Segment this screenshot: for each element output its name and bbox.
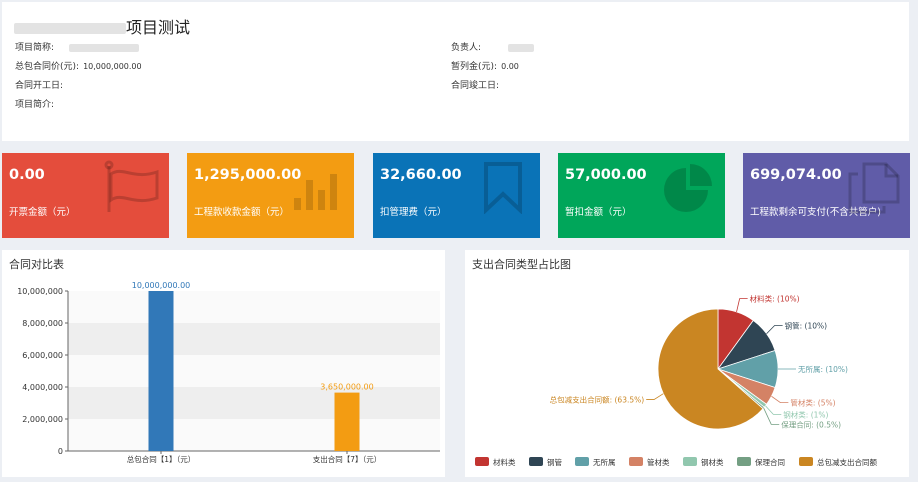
pie-slice-label: 材料类: (10%)	[750, 294, 800, 304]
field-start-date: 合同开工日:	[15, 81, 64, 91]
field-contract-price: 总包合同价(元): 10,000,000.00	[15, 62, 142, 72]
bookmark-icon	[484, 162, 522, 214]
legend-swatch	[575, 457, 589, 466]
expense-contract-type-panel: 支出合同类型占比图 材料类: (10%) 钢管: (10%) 无所属: (10%) 管…	[465, 250, 909, 477]
card-label: 暂扣金额（元）	[565, 207, 632, 218]
y-tick-label: 4,000,000	[22, 383, 63, 392]
contract-comparison-panel: 合同对比表 0 2,000,000 4,000,000 6,000,000 8,000,…	[2, 250, 445, 477]
pie-slice-label: 总包减支出合同额: (63.5%)	[550, 394, 645, 404]
card-withheld-amount[interactable]: 57,000.00 暂扣金额（元）	[558, 153, 725, 238]
legend-swatch	[629, 457, 643, 466]
y-tick-label: 10,000,000	[17, 287, 63, 296]
pie-slice-label: 钢管: (10%)	[785, 321, 828, 331]
legend-label: 管材类	[647, 457, 670, 467]
redacted-value	[68, 43, 139, 52]
grid-band	[68, 355, 440, 387]
files-icon	[848, 162, 900, 214]
grid-band	[68, 291, 440, 323]
pie-slice-label: 管材类: (5%)	[790, 398, 835, 408]
pie-slice-label: 无所属: (10%)	[798, 364, 848, 374]
pie-slice-label: 钢材类: (1%)	[783, 409, 828, 419]
project-title: 项目测试	[14, 14, 190, 38]
legend-label: 无所属	[593, 457, 616, 467]
contract-type-pie-chart: 材料类: (10%)钢管: (10%)无所属: (10%)管材类: (5%)钢材…	[475, 294, 877, 467]
legend-swatch	[737, 457, 751, 466]
legend-swatch	[799, 457, 813, 466]
bar	[334, 392, 360, 451]
card-remaining-payable[interactable]: 699,074.00 工程款剩余可支付(不含共管户)	[743, 153, 910, 238]
card-label: 扣管理费（元）	[380, 207, 447, 218]
pie-label-line	[646, 393, 664, 400]
card-value: 0.00	[9, 167, 45, 183]
pie-label-line	[765, 405, 782, 415]
grid-band	[68, 419, 440, 451]
y-tick-label: 0	[58, 447, 63, 456]
legend-swatch	[683, 457, 697, 466]
redacted-value	[507, 43, 534, 52]
pie-label-line	[736, 298, 748, 313]
bar-chart-icon	[294, 174, 337, 210]
card-value: 32,660.00	[380, 167, 462, 183]
grid-band	[68, 387, 440, 419]
pie-label-line	[766, 325, 783, 335]
project-info-panel: 项目测试 项目简称: 负责人: 总包合同价(元): 10,000,000.00 暂…	[2, 2, 909, 141]
card-label: 开票金额（元）	[9, 207, 76, 218]
pie-label-line	[771, 395, 789, 403]
grid-band	[68, 323, 440, 355]
y-tick-label: 8,000,000	[22, 319, 63, 328]
pie-label-line	[763, 407, 780, 425]
y-tick-label: 6,000,000	[22, 351, 63, 360]
card-invoice-amount[interactable]: 0.00 开票金额（元）	[2, 153, 169, 238]
legend-label: 钢管	[547, 457, 562, 467]
card-label: 工程款收款金额（元）	[194, 207, 290, 218]
legend-swatch	[529, 457, 543, 466]
card-value: 57,000.00	[565, 167, 647, 183]
y-tick-label: 2,000,000	[22, 415, 63, 424]
contract-bar-chart: 0 2,000,000 4,000,000 6,000,000 8,000,000 10,…	[17, 281, 440, 464]
field-project-intro: 项目简介:	[15, 100, 55, 110]
field-project-short-name: 项目简称:	[15, 40, 139, 53]
field-provisional-sum: 暂列金(元): 0.00	[451, 62, 519, 72]
field-end-date: 合同竣工日:	[451, 81, 500, 91]
legend-label: 保理合同	[755, 457, 785, 467]
legend-swatch	[475, 457, 489, 466]
x-tick-label: 支出合同【7】（元）	[313, 454, 382, 464]
bar-value-label: 10,000,000.00	[132, 281, 191, 290]
bar	[148, 291, 174, 451]
legend-label: 材料类	[493, 457, 516, 467]
card-project-receipts[interactable]: 1,295,000.00 工程款收款金额（元）	[187, 153, 354, 238]
flag-icon	[104, 160, 159, 212]
x-tick-label: 总包合同【1】（元）	[127, 454, 196, 464]
card-value: 699,074.00	[750, 167, 842, 183]
redacted-project-prefix	[14, 23, 126, 34]
legend-label: 钢材类	[701, 457, 724, 467]
bar-value-label: 3,650,000.00	[320, 383, 373, 392]
field-manager: 负责人:	[451, 40, 534, 53]
card-value: 1,295,000.00	[194, 167, 302, 183]
legend-label: 总包减支出合同额	[817, 457, 877, 467]
pie-slice-label: 保理合同: (0.5%)	[781, 419, 841, 429]
pie-chart-icon	[664, 164, 712, 212]
card-management-fee[interactable]: 32,660.00 扣管理费（元）	[373, 153, 540, 238]
